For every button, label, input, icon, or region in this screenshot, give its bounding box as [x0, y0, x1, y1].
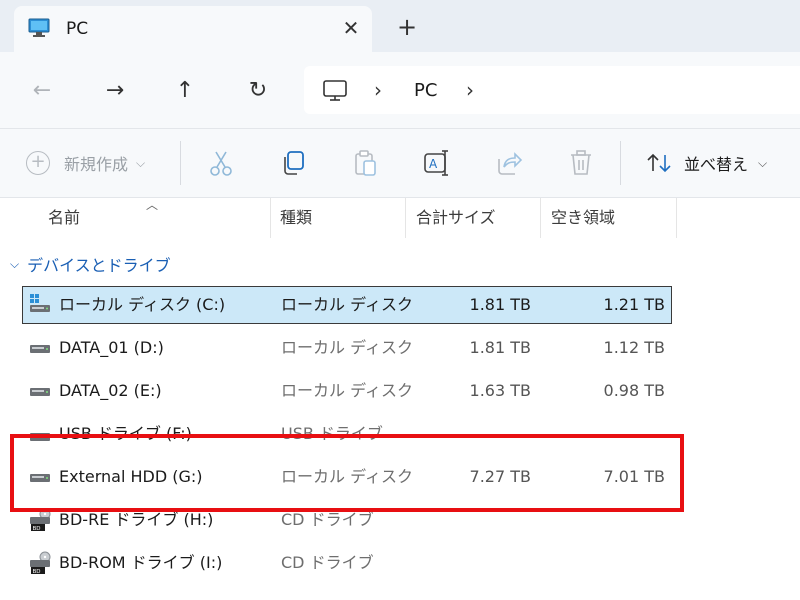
chevron-down-icon: ⌵: [136, 155, 146, 170]
back-icon[interactable]: ←: [27, 76, 57, 106]
drive-free-space: 1.12 TB: [603, 338, 665, 357]
breadcrumb-pc[interactable]: PC: [414, 79, 437, 103]
divider: [620, 141, 621, 185]
column-divider[interactable]: [270, 198, 271, 238]
tab-pc[interactable]: PC ✕: [14, 6, 372, 52]
column-divider[interactable]: [405, 198, 406, 238]
drive-name: DATA_01 (D:): [59, 338, 164, 357]
drive-free-space: [547, 545, 665, 581]
column-header: ︿ 名前 種類 合計サイズ 空き領域: [0, 198, 800, 238]
column-free-space[interactable]: 空き領域: [551, 198, 615, 238]
drive-total-size: 1.63 TB: [469, 381, 531, 400]
drive-total-size: [413, 545, 531, 581]
drive-type: ローカル ディスク: [281, 295, 413, 314]
pc-icon: [323, 80, 347, 101]
forward-icon[interactable]: →: [100, 76, 130, 106]
share-icon[interactable]: [495, 149, 523, 177]
group-devices-and-drives[interactable]: ⌵ デバイスとドライブ: [10, 252, 171, 276]
tab-bar: PC ✕ +: [0, 0, 800, 52]
address-bar[interactable]: › PC ›: [304, 66, 800, 114]
sort-button[interactable]: 並べ替え ⌵: [646, 149, 767, 177]
plus-icon: +: [26, 151, 50, 175]
list-item[interactable]: ローカル ディスク (C:) ローカル ディスク 1.81 TB 1.21 TB: [22, 286, 672, 324]
sort-caret-icon: ︿: [146, 198, 159, 212]
bd-drive-icon: BD: [30, 551, 51, 575]
tab-title: PC: [66, 19, 89, 39]
svg-text:A: A: [429, 157, 438, 171]
sort-label: 並べ替え: [684, 155, 749, 174]
paste-icon[interactable]: [351, 149, 379, 177]
sort-icon: [647, 153, 671, 173]
up-icon[interactable]: ↑: [170, 76, 200, 106]
svg-text:BD: BD: [33, 569, 41, 575]
drive-name: DATA_02 (E:): [59, 381, 162, 400]
highlight-annotation: [10, 434, 684, 512]
divider: [180, 141, 181, 185]
drive-free-space: 0.98 TB: [603, 381, 665, 400]
column-name[interactable]: 名前: [48, 198, 80, 238]
drive-type: ローカル ディスク: [281, 381, 413, 400]
hard-drive-icon: [30, 345, 50, 353]
column-type[interactable]: 種類: [280, 198, 312, 238]
new-button[interactable]: + 新規作成 ⌵: [26, 149, 145, 177]
refresh-icon[interactable]: ↻: [243, 76, 273, 106]
column-total-size[interactable]: 合計サイズ: [416, 198, 496, 238]
list-item[interactable]: BD BD-ROM ドライブ (I:) CD ドライブ: [22, 544, 672, 582]
command-bar: + 新規作成 ⌵ A 並べ替え ⌵: [0, 129, 800, 198]
hard-drive-icon: [30, 388, 50, 396]
column-divider[interactable]: [676, 198, 677, 238]
column-divider[interactable]: [540, 198, 541, 238]
drive-type: CD ドライブ: [281, 553, 374, 572]
drive-type: ローカル ディスク: [281, 338, 413, 357]
monitor-icon: [28, 18, 50, 37]
new-label: 新規作成: [64, 155, 129, 174]
chevron-down-icon: ⌵: [10, 256, 20, 271]
drive-total-size: 1.81 TB: [469, 338, 531, 357]
drive-name: BD-ROM ドライブ (I:): [59, 553, 223, 572]
windows-drive-icon: [30, 294, 50, 312]
navigation-bar: ← → ↑ ↻ › PC ›: [0, 52, 800, 129]
svg-text:BD: BD: [33, 526, 41, 532]
group-label: デバイスとドライブ: [27, 256, 171, 275]
rename-icon[interactable]: A: [423, 149, 451, 177]
chevron-down-icon: ⌵: [758, 155, 768, 170]
delete-icon[interactable]: [567, 149, 595, 177]
new-tab-button[interactable]: +: [394, 14, 420, 40]
cut-icon[interactable]: [207, 149, 235, 177]
drive-name: ローカル ディスク (C:): [59, 295, 226, 314]
list-item[interactable]: DATA_02 (E:) ローカル ディスク 1.63 TB 0.98 TB: [22, 372, 672, 410]
list-item[interactable]: DATA_01 (D:) ローカル ディスク 1.81 TB 1.12 TB: [22, 329, 672, 367]
breadcrumb-separator[interactable]: ›: [374, 78, 382, 102]
copy-icon[interactable]: [279, 149, 307, 177]
close-tab-icon[interactable]: ✕: [339, 16, 363, 40]
breadcrumb-separator[interactable]: ›: [466, 78, 474, 102]
drive-total-size: 1.81 TB: [469, 295, 531, 314]
drive-free-space: 1.21 TB: [603, 295, 665, 314]
